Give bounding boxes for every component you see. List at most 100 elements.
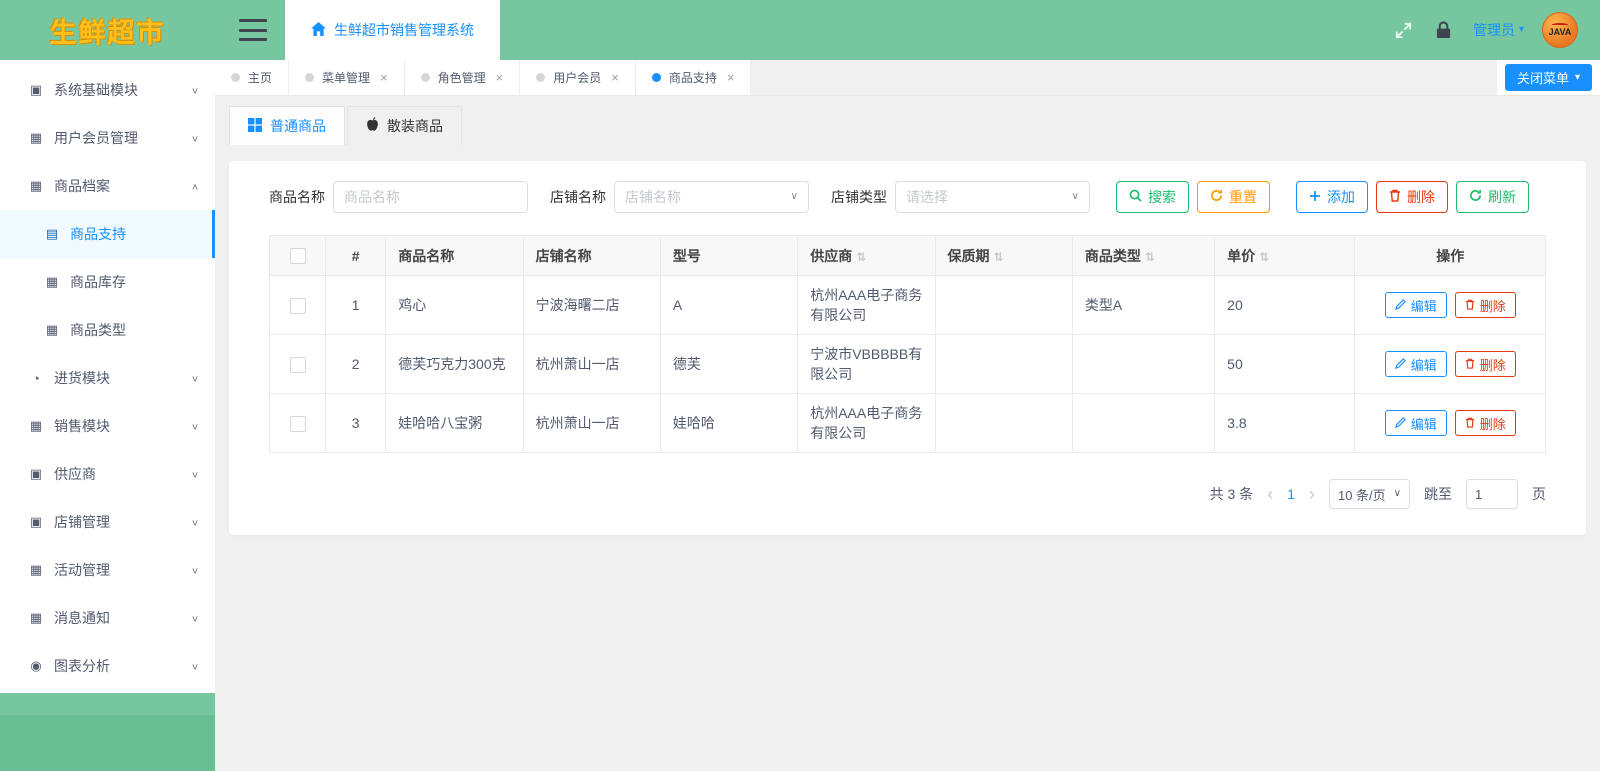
hamburger-menu-icon[interactable] — [239, 19, 267, 41]
edit-row-button[interactable]: 编辑 — [1384, 410, 1447, 436]
system-title-tab[interactable]: 生鲜超市销售管理系统 — [285, 0, 500, 60]
tab-user-member[interactable]: 用户会员 × — [520, 60, 636, 95]
sidebar-item-label: 图表分析 — [54, 658, 110, 674]
fullscreen-icon[interactable] — [1393, 19, 1415, 41]
cell-model: 娃哈哈 — [659, 393, 799, 453]
col-index: # — [325, 235, 387, 276]
tab-product-support[interactable]: 商品支持 × — [635, 60, 752, 95]
shop-name-select[interactable]: 店铺名称 ∨ — [614, 181, 809, 213]
sort-icon[interactable]: ⇅ — [1145, 250, 1155, 264]
delete-row-button[interactable]: 删除 — [1454, 292, 1516, 318]
sidebar-item-system-base[interactable]: ▣ 系统基础模块 ∨ — [0, 66, 215, 114]
page-tabstrip: 主页 菜单管理 × 角色管理 × 用户会员 × 商品支持 × 关闭菜单 ▾ — [215, 60, 1600, 96]
tab-label: 主页 — [248, 71, 273, 85]
sort-icon[interactable]: ⇅ — [1259, 250, 1269, 264]
cell-shelf-life — [934, 275, 1073, 335]
chevron-down-icon: ∨ — [790, 191, 798, 202]
sidebar-item-label: 商品库存 — [70, 274, 126, 290]
search-icon — [1129, 189, 1142, 205]
edit-row-button[interactable]: 编辑 — [1384, 292, 1447, 318]
close-icon[interactable]: × — [611, 70, 619, 85]
edit-label: 编辑 — [1410, 298, 1437, 314]
product-card: 商品名称 店铺名称 店铺名称 ∨ 店铺类型 请选择 ∨ — [229, 161, 1586, 535]
reset-icon — [1210, 189, 1223, 205]
tab-menu-manage[interactable]: 菜单管理 × — [289, 60, 405, 95]
clock-icon: ◔ — [32, 370, 40, 386]
sort-icon[interactable]: ⇅ — [856, 250, 866, 264]
tab-dot-icon — [651, 73, 661, 82]
sidebar-item-label: 系统基础模块 — [54, 82, 138, 98]
sidebar-item-purchase[interactable]: ◔ 进货模块 ∨ — [0, 354, 215, 402]
sidebar-menu: ▣ 系统基础模块 ∨ ▦ 用户会员管理 ∨ ▦ 商品档案 ∧ ▤ 商品支持 ▦ … — [0, 60, 215, 690]
delete-label: 删除 — [1479, 298, 1506, 314]
select-all-checkbox[interactable] — [289, 248, 306, 265]
chevron-down-icon: ∨ — [190, 613, 199, 624]
chart-icon: ◉ — [30, 658, 42, 673]
col-product-type[interactable]: 商品类型 ⇅ — [1071, 235, 1216, 276]
system-title: 生鲜超市销售管理系统 — [334, 22, 474, 38]
sidebar-item-sales[interactable]: ▦ 销售模块 ∨ — [0, 402, 215, 450]
close-icon[interactable]: × — [727, 70, 735, 85]
admin-dropdown[interactable]: 管理员 ▾ — [1473, 20, 1524, 40]
subtab-normal-product[interactable]: 普通商品 — [229, 106, 345, 145]
prev-page-icon[interactable]: ‹ — [1267, 485, 1273, 503]
tab-dot-icon — [231, 73, 240, 82]
delete-button[interactable]: 删除 — [1376, 181, 1448, 213]
edit-label: 编辑 — [1410, 416, 1437, 432]
lock-icon[interactable] — [1433, 19, 1455, 41]
close-icon[interactable]: × — [380, 70, 388, 85]
edit-row-button[interactable]: 编辑 — [1384, 351, 1447, 377]
avatar[interactable]: JAVA — [1542, 12, 1578, 48]
sidebar-item-message[interactable]: ▦ 消息通知 ∨ — [0, 594, 215, 642]
col-shelf-life[interactable]: 保质期 ⇅ — [934, 235, 1073, 276]
cell-product-name: 娃哈哈八宝粥 — [385, 393, 524, 453]
sidebar-item-product-archive[interactable]: ▦ 商品档案 ∧ — [0, 162, 215, 210]
reset-button[interactable]: 重置 — [1197, 181, 1270, 213]
next-page-icon[interactable]: › — [1309, 485, 1315, 503]
sidebar-item-shop-manage[interactable]: ▣ 店铺管理 ∨ — [0, 498, 215, 546]
row-checkbox[interactable] — [289, 415, 306, 432]
sidebar-item-chart-analysis[interactable]: ◉ 图表分析 ∨ — [0, 642, 215, 690]
cell-shelf-life — [934, 334, 1073, 394]
product-name-input[interactable] — [333, 181, 528, 213]
search-button[interactable]: 搜索 — [1116, 181, 1189, 213]
sidebar-item-user-member[interactable]: ▦ 用户会员管理 ∨ — [0, 114, 215, 162]
shop-type-select[interactable]: 请选择 ∨ — [895, 181, 1090, 213]
cell-product-name: 德芙巧克力300克 — [385, 334, 524, 394]
tab-role-manage[interactable]: 角色管理 × — [404, 60, 521, 95]
cell-supplier: 杭州AAA电子商务有限公司 — [797, 275, 936, 335]
add-button[interactable]: 添加 — [1296, 181, 1368, 213]
tab-dot-icon — [420, 73, 430, 82]
sidebar-item-product-stock[interactable]: ▦ 商品库存 — [0, 258, 215, 306]
trash-icon — [1465, 357, 1475, 372]
sidebar-item-supplier[interactable]: ▣ 供应商 ∨ — [0, 450, 215, 498]
cell-price: 20 — [1214, 275, 1356, 335]
grid-icon: ▦ — [45, 274, 59, 289]
sidebar-item-product-type[interactable]: ▦ 商品类型 — [0, 306, 215, 354]
close-menu-button[interactable]: 关闭菜单 ▾ — [1504, 64, 1592, 91]
refresh-button[interactable]: 刷新 — [1456, 181, 1529, 213]
sidebar-item-activity[interactable]: ▦ 活动管理 ∨ — [0, 546, 215, 594]
sort-icon[interactable]: ⇅ — [994, 250, 1004, 264]
sidebar-item-product-support[interactable]: ▤ 商品支持 — [0, 210, 215, 258]
jump-page-input[interactable] — [1466, 479, 1518, 509]
cell-product-name: 鸡心 — [385, 275, 524, 335]
delete-row-button[interactable]: 删除 — [1454, 351, 1516, 377]
col-shop-name: 店铺名称 — [522, 235, 661, 276]
current-page[interactable]: 1 — [1287, 486, 1295, 502]
panel-icon: ▣ — [29, 466, 43, 481]
page-size-select[interactable]: 10 条/页 ∨ — [1328, 479, 1410, 509]
main-content: 普通商品 散装商品 商品名称 店铺名称 — [215, 96, 1600, 771]
delete-row-button[interactable]: 删除 — [1454, 410, 1516, 436]
avatar-text: JAVA — [1548, 27, 1572, 37]
product-subtabs: 普通商品 散装商品 — [229, 106, 1586, 145]
close-icon[interactable]: × — [496, 70, 504, 85]
row-checkbox[interactable] — [289, 297, 306, 314]
row-checkbox[interactable] — [289, 356, 306, 373]
col-price[interactable]: 单价 ⇅ — [1214, 235, 1356, 276]
sidebar-item-label: 进货模块 — [54, 370, 110, 386]
subtab-bulk-product[interactable]: 散装商品 — [347, 106, 462, 145]
col-supplier[interactable]: 供应商 ⇅ — [797, 235, 936, 276]
product-archive-submenu: ▤ 商品支持 ▦ 商品库存 ▦ 商品类型 — [0, 210, 215, 354]
tab-home[interactable]: 主页 — [215, 60, 290, 95]
